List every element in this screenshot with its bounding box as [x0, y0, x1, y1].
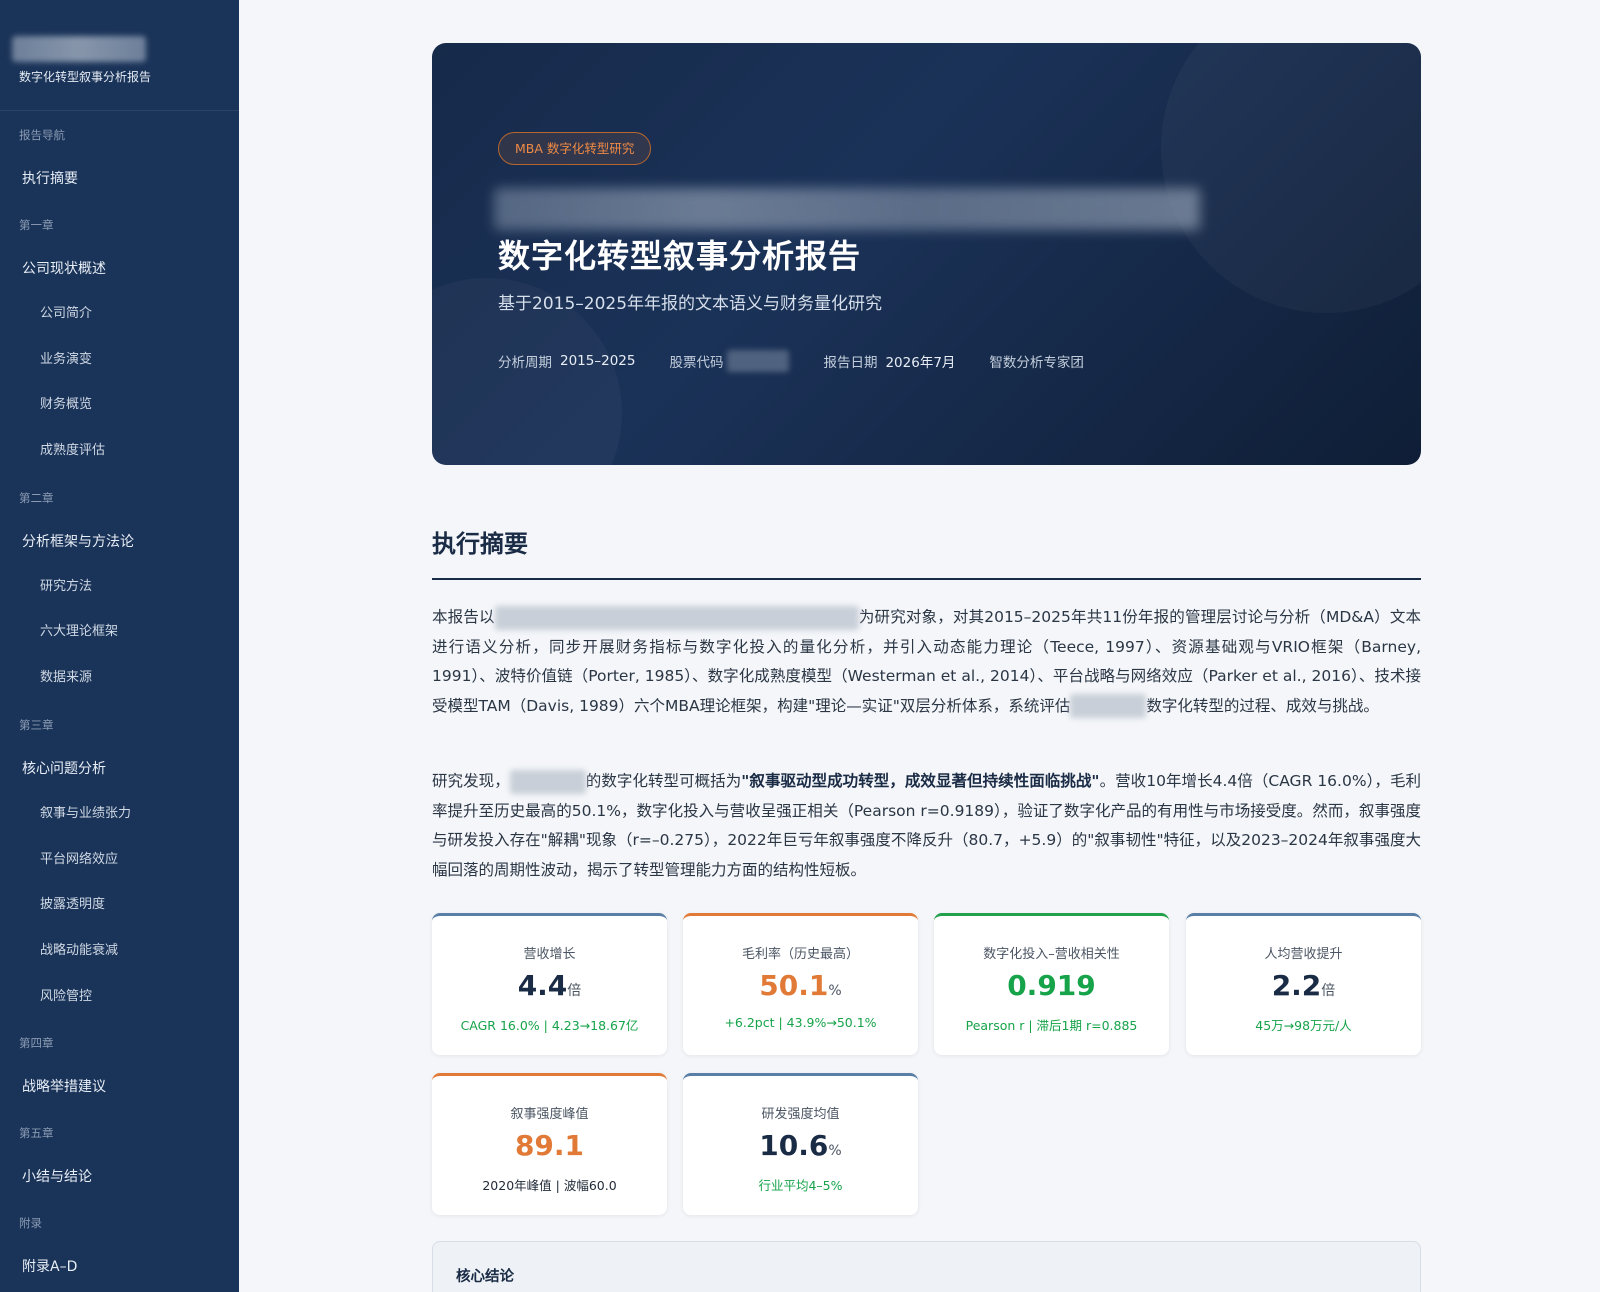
page-subtitle: 基于2015–2025年年报的文本语义与财务量化研究 — [498, 294, 883, 314]
conclusion-box: 核心结论 — [432, 1241, 1421, 1292]
kpi-value: 50.1% — [759, 969, 842, 1002]
kpi-label: 研发强度均值 — [761, 1107, 840, 1122]
hero-banner: MBA 数字化转型研究 数字化转型叙事分析报告 基于2015–2025年年报的文… — [432, 43, 1421, 465]
nav-sub-business-evolution[interactable]: 业务演变 — [0, 337, 239, 383]
nav-sub-six-frameworks[interactable]: 六大理论框架 — [0, 609, 239, 655]
summary-p1-lead: 本报告以 — [432, 608, 495, 626]
nav-item-framework-methodology[interactable]: 分析框架与方法论 — [0, 520, 239, 564]
kpi-value: 10.6% — [759, 1129, 842, 1162]
nav-sub-platform-network[interactable]: 平台网络效应 — [0, 837, 239, 883]
nav-group-title: 第五章 — [19, 1126, 54, 1141]
kpi-card-revenue-growth: 营收增长 4.4倍 CAGR 16.0% | 4.23→18.67亿 — [432, 913, 667, 1055]
kpi-value: 89.1 — [514, 1129, 585, 1162]
meta-date-value: 2026年7月 — [885, 355, 956, 371]
kpi-card-revenue-per-capita: 人均营收提升 2.2倍 45万→98万元/人 — [1186, 913, 1421, 1055]
nav-group-title: 第三章 — [19, 717, 54, 732]
conclusion-title: 核心结论 — [456, 1269, 514, 1285]
nav-group-title: 第四章 — [19, 1036, 54, 1051]
kpi-card-digital-correlation: 数字化投入–营收相关性 0.919 Pearson r | 滞后1期 r=0.8… — [934, 913, 1169, 1055]
kpi-card-rd-intensity: 研发强度均值 10.6% 行业平均4–5% — [683, 1073, 918, 1215]
stock-code-redacted — [727, 350, 790, 372]
page-title: 数字化转型叙事分析报告 — [498, 237, 862, 275]
nav-sub-research-method[interactable]: 研究方法 — [0, 564, 239, 610]
nav-sub-maturity-assessment[interactable]: 成熟度评估 — [0, 428, 239, 474]
nav-group-title: 第一章 — [19, 218, 54, 232]
kpi-value: 0.919 — [1007, 969, 1096, 1002]
kpi-card-narrative-peak: 叙事强度峰值 89.1 2020年峰值 | 波幅60.0 — [432, 1073, 667, 1215]
nav-sub-financial-overview[interactable]: 财务概览 — [0, 382, 239, 428]
nav-sub-risk-control[interactable]: 风险管控 — [0, 974, 239, 1020]
nav-group-appendix: 附录 附录A–D — [0, 1201, 239, 1289]
nav-item-executive-summary[interactable]: 执行摘要 — [0, 157, 239, 201]
summary-paragraph-1: 本报告以 为研究对象，对其2015–2025年共11份年报的管理层讨论与分析（MD… — [432, 603, 1421, 721]
hero-decor-circle — [1161, 43, 1421, 313]
hero-badge: MBA 数字化转型研究 — [498, 132, 652, 165]
brand: 数字化转型叙事分析报告 — [0, 0, 239, 111]
nav-group-chapter-5: 第五章 小结与结论 — [0, 1111, 239, 1199]
company-name-redacted — [509, 769, 586, 794]
nav-sub-disclosure-transparency[interactable]: 披露透明度 — [0, 882, 239, 928]
nav-item-strategic-recommendations[interactable]: 战略举措建议 — [0, 1065, 239, 1109]
brand-subtitle: 数字化转型叙事分析报告 — [19, 70, 152, 84]
kpi-note: 45万→98万元/人 — [1255, 1018, 1352, 1033]
meta-stock-code: 股票代码 — [669, 350, 790, 372]
kpi-note: Pearson r | 滞后1期 r=0.885 — [965, 1018, 1138, 1033]
meta-team: 智数分析专家团 — [989, 351, 1084, 371]
kpi-value: 2.2倍 — [1271, 969, 1336, 1002]
nav-group-chapter-4: 第四章 战略举措建议 — [0, 1021, 239, 1109]
hero-meta: 分析周期 2015–2025 股票代码 报告日期 2026年7月 智数分析专家团 — [498, 350, 1118, 372]
nav-group-title: 报告导航 — [19, 128, 65, 142]
kpi-note: 行业平均4–5% — [758, 1178, 843, 1193]
company-name-redacted — [12, 36, 146, 62]
meta-date-label: 报告日期 — [823, 355, 878, 371]
summary-paragraph-2: 研究发现， 的数字化转型可概括为"叙事驱动型成功转型，成效显著但持续性面临挑战"。… — [432, 767, 1421, 885]
meta-period-label: 分析周期 — [498, 355, 552, 371]
kpi-card-gross-margin: 毛利率（历史最高） 50.1% +6.2pct | 43.9%→50.1% — [683, 913, 918, 1055]
kpi-label: 数字化投入–营收相关性 — [983, 947, 1120, 962]
nav-item-company-status[interactable]: 公司现状概述 — [0, 247, 239, 291]
nav-item-core-issues[interactable]: 核心问题分析 — [0, 747, 239, 791]
nav-item-conclusion[interactable]: 小结与结论 — [0, 1155, 239, 1199]
meta-report-date: 报告日期 2026年7月 — [823, 351, 955, 371]
summary-p2-highlight: "叙事驱动型成功转型，成效显著但持续性面临挑战" — [741, 772, 1100, 790]
nav-item-appendix[interactable]: 附录A–D — [0, 1245, 239, 1289]
meta-team-label: 智数分析专家团 — [989, 355, 1084, 371]
section-divider — [432, 578, 1421, 580]
nav-group-title: 附录 — [19, 1216, 42, 1231]
nav-sub-strategic-momentum[interactable]: 战略动能衰减 — [0, 928, 239, 974]
hero-company-redacted — [494, 188, 1200, 230]
company-name-redacted — [494, 605, 859, 630]
summary-p1-tail: 数字化转型的过程、成效与挑战。 — [1146, 696, 1379, 715]
company-name-redacted — [1070, 694, 1147, 719]
nav-group-chapter-1: 第一章 公司现状概述 公司简介 业务演变 财务概览 成熟度评估 — [0, 203, 239, 474]
nav-group-chapter-2: 第二章 分析框架与方法论 研究方法 六大理论框架 数据来源 — [0, 476, 239, 701]
kpi-label: 毛利率（历史最高） — [741, 947, 859, 962]
nav-group-title: 第二章 — [19, 490, 54, 505]
nav-group-overview: 报告导航 执行摘要 — [0, 113, 239, 201]
nav-group-chapter-3: 第三章 核心问题分析 叙事与业绩张力 平台网络效应 披露透明度 战略动能衰减 风… — [0, 703, 239, 1019]
kpi-label: 营收增长 — [523, 947, 576, 962]
meta-period-value: 2015–2025 — [560, 353, 636, 369]
kpi-label: 人均营收提升 — [1264, 947, 1343, 962]
nav-sub-data-sources[interactable]: 数据来源 — [0, 655, 239, 701]
kpi-note: CAGR 16.0% | 4.23→18.67亿 — [460, 1018, 639, 1033]
kpi-note: 2020年峰值 | 波幅60.0 — [482, 1178, 617, 1193]
nav-sub-narrative-tension[interactable]: 叙事与业绩张力 — [0, 791, 239, 837]
nav-sub-company-intro[interactable]: 公司简介 — [0, 291, 239, 337]
kpi-label: 叙事强度峰值 — [510, 1107, 589, 1122]
meta-code-label: 股票代码 — [669, 355, 724, 371]
meta-period: 分析周期 2015–2025 — [498, 351, 635, 371]
kpi-note: +6.2pct | 43.9%→50.1% — [724, 1015, 877, 1030]
summary-p2-lead: 研究发现， — [432, 772, 510, 790]
summary-p2-body: 的数字化转型可概括为 — [585, 772, 742, 790]
kpi-value: 4.4倍 — [517, 969, 582, 1002]
section-title-summary: 执行摘要 — [432, 530, 528, 558]
sidebar: 数字化转型叙事分析报告 报告导航 执行摘要 第一章 公司现状概述 公司简介 业务… — [0, 0, 239, 1292]
